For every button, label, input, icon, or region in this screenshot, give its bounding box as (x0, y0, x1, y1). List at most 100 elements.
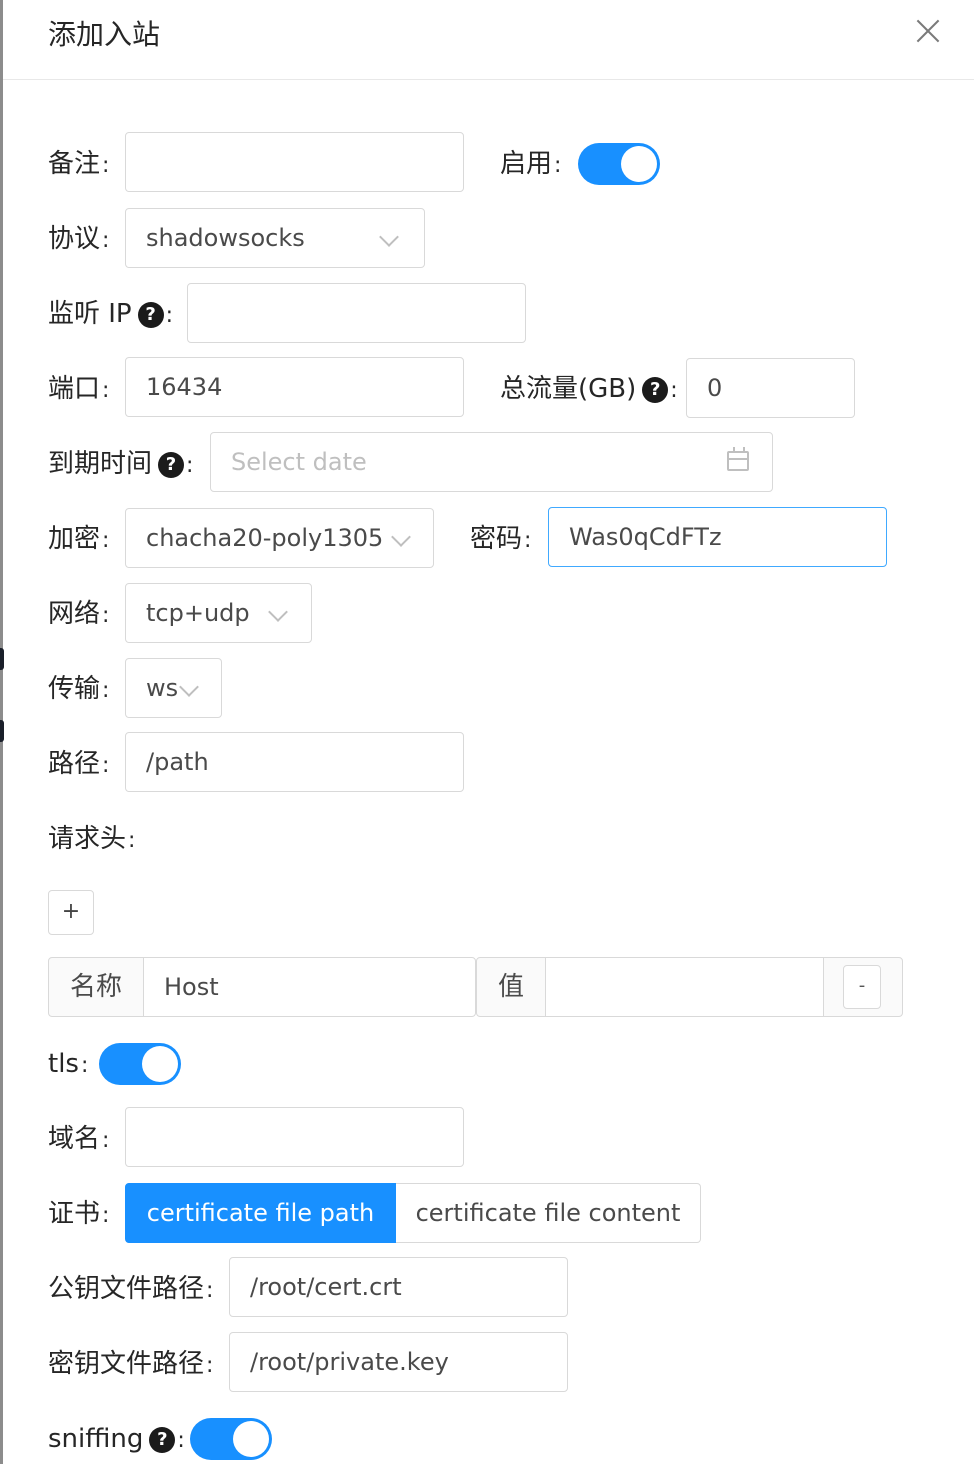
colon: : (102, 528, 110, 553)
encryption-select[interactable]: chacha20-poly1305 (125, 508, 434, 568)
header-name-addon: 名称 (48, 957, 144, 1017)
enable-label: 启用: (500, 146, 561, 182)
colon: : (186, 453, 194, 478)
tls-label-text: tls (48, 1049, 79, 1079)
transport-label: 传输: (48, 671, 109, 707)
remove-header-button[interactable]: - (843, 965, 881, 1009)
password-input[interactable]: Was0qCdFTz (548, 507, 887, 567)
sniffing-label: sniffing?: (48, 1421, 185, 1457)
port-label-text: 端口 (48, 374, 101, 404)
expiry-label: 到期时间?: (48, 446, 193, 482)
help-icon[interactable]: ? (158, 452, 185, 478)
help-icon[interactable]: ? (642, 377, 669, 403)
chevron-down-icon (179, 677, 199, 697)
password-label-text: 密码 (470, 524, 523, 554)
colon: : (554, 153, 562, 178)
tls-label: tls: (48, 1046, 88, 1082)
add-header-button[interactable]: + (48, 890, 94, 935)
colon: : (102, 678, 110, 703)
colon: : (102, 603, 110, 628)
path-label: 路径: (48, 746, 109, 782)
public-key-path-label-text: 公钥文件路径 (48, 1274, 205, 1304)
header-value-addon: 值 (476, 957, 546, 1017)
dialog-title: 添加入站 (48, 18, 161, 51)
path-label-text: 路径 (48, 749, 101, 779)
path-value: /path (146, 748, 209, 776)
public-key-path-value: /root/cert.crt (250, 1273, 402, 1301)
public-key-path-input[interactable]: /root/cert.crt (229, 1257, 568, 1317)
switch-knob (621, 146, 657, 182)
transport-value: ws (146, 674, 179, 702)
colon: : (102, 753, 110, 778)
colon: : (165, 303, 174, 328)
colon: : (177, 1428, 185, 1453)
encryption-label: 加密: (48, 521, 109, 557)
network-value: tcp+udp (146, 599, 250, 627)
transport-select[interactable]: ws (125, 658, 222, 718)
total-traffic-value: 0 (707, 374, 723, 402)
sniffing-switch[interactable] (190, 1418, 272, 1460)
encryption-label-text: 加密 (48, 524, 101, 554)
header-name-value: Host (164, 973, 219, 1001)
total-traffic-input[interactable]: 0 (686, 358, 855, 418)
expiry-date-picker[interactable]: Select date (210, 432, 773, 492)
help-icon[interactable]: ? (149, 1427, 176, 1453)
chevron-down-icon (391, 527, 411, 547)
listen-ip-label: 监听 IP?: (48, 296, 173, 332)
listen-ip-label-text: 监听 IP (48, 299, 132, 329)
total-traffic-label: 总流量(GB)?: (500, 371, 678, 407)
tls-switch[interactable] (99, 1043, 181, 1085)
protocol-label-text: 协议 (48, 224, 101, 254)
close-icon[interactable] (911, 14, 945, 48)
protocol-value: shadowsocks (146, 224, 305, 252)
help-icon[interactable]: ? (137, 302, 164, 328)
colon: : (102, 1128, 110, 1153)
public-key-path-label: 公钥文件路径: (48, 1271, 213, 1307)
protocol-select[interactable]: shadowsocks (125, 208, 425, 268)
cert-file-content-option[interactable]: certificate file content (396, 1183, 701, 1243)
headers-label: 请求头: (48, 821, 135, 857)
port-input[interactable]: 16434 (125, 357, 464, 417)
private-key-path-input[interactable]: /root/private.key (229, 1332, 568, 1392)
edge-marker (0, 720, 4, 742)
encryption-value: chacha20-poly1305 (146, 524, 384, 552)
remark-label: 备注: (48, 146, 109, 182)
domain-input[interactable] (125, 1107, 464, 1167)
colon: : (80, 1053, 89, 1078)
edge-marker (0, 648, 4, 670)
chevron-down-icon (268, 602, 288, 622)
calendar-icon (727, 447, 749, 471)
network-label: 网络: (48, 596, 109, 632)
password-value: Was0qCdFTz (569, 523, 722, 551)
sniffing-label-text: sniffing (48, 1424, 144, 1454)
switch-knob (142, 1046, 178, 1082)
header-name-input[interactable]: Host (143, 957, 476, 1017)
colon: : (128, 828, 136, 853)
colon: : (102, 228, 110, 253)
private-key-path-label-text: 密钥文件路径 (48, 1349, 205, 1379)
cert-file-path-option[interactable]: certificate file path (125, 1183, 396, 1243)
protocol-label: 协议: (48, 221, 109, 257)
colon: : (524, 528, 532, 553)
certificate-label: 证书: (48, 1196, 109, 1232)
switch-knob (233, 1421, 269, 1457)
colon: : (102, 1203, 110, 1228)
headers-label-text: 请求头 (48, 824, 127, 854)
network-select[interactable]: tcp+udp (125, 583, 312, 643)
remark-input[interactable] (125, 132, 464, 192)
remark-label-text: 备注 (48, 149, 101, 179)
transport-label-text: 传输 (48, 674, 101, 704)
network-label-text: 网络 (48, 599, 101, 629)
listen-ip-input[interactable] (187, 283, 526, 343)
path-input[interactable]: /path (125, 732, 464, 792)
expiry-label-text: 到期时间 (48, 449, 153, 479)
colon: : (670, 378, 678, 403)
dialog-header: 添加入站 (3, 0, 974, 80)
header-value-input[interactable] (545, 957, 824, 1017)
port-label: 端口: (48, 371, 109, 407)
total-traffic-label-text: 总流量(GB) (500, 374, 637, 404)
colon: : (206, 1353, 214, 1378)
enable-switch[interactable] (578, 143, 660, 185)
expiry-placeholder: Select date (231, 448, 367, 476)
colon: : (102, 378, 110, 403)
